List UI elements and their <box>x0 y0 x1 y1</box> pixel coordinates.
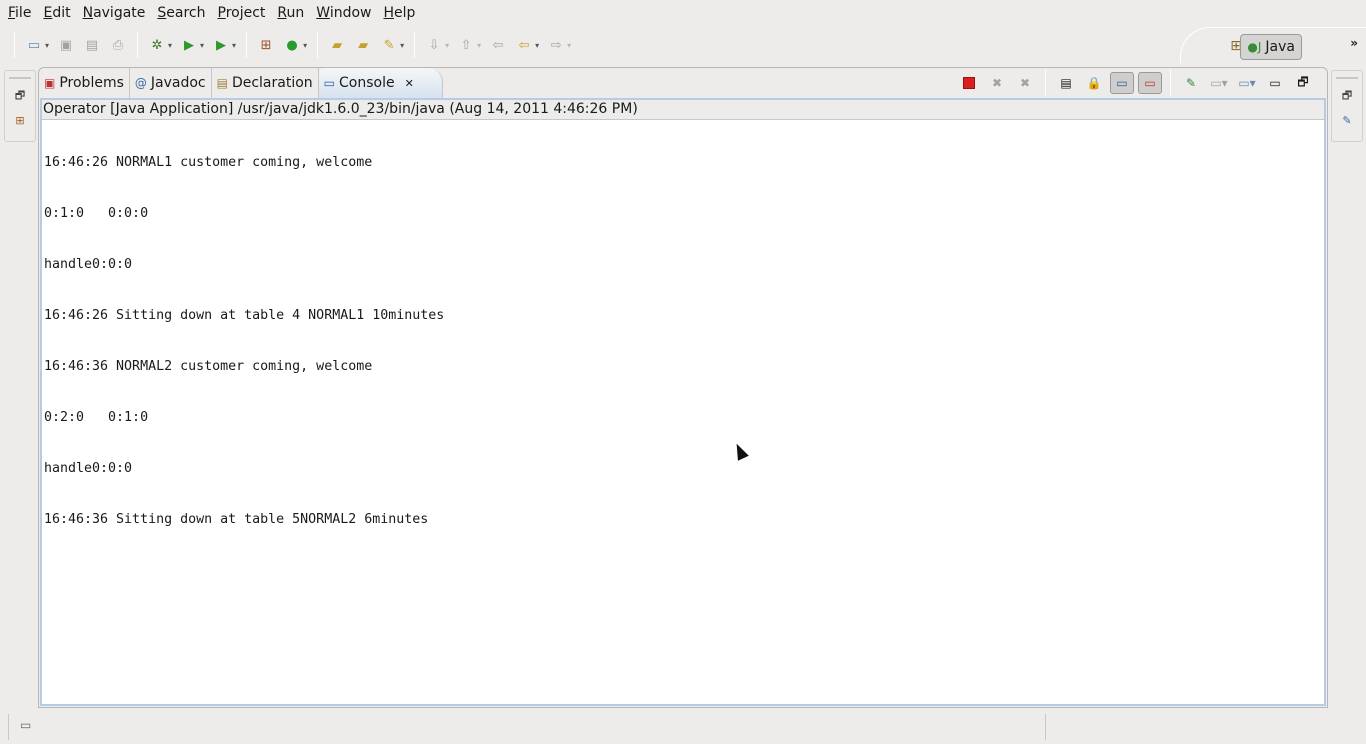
save-all-icon[interactable]: ▤ <box>81 34 103 56</box>
left-trim-stack: 🗗 ⊞ <box>4 70 36 142</box>
perspective-java-button[interactable]: ●J Java <box>1240 34 1302 60</box>
print-icon[interactable]: ⎙ <box>107 34 129 56</box>
console-line: handle0:0:0 <box>44 461 133 476</box>
console-area[interactable]: Operator [Java Application] /usr/java/jd… <box>40 98 1326 706</box>
remove-all-terminated-icon[interactable]: ✖ <box>1013 72 1037 94</box>
tasks-icon[interactable]: ✎ <box>1332 114 1362 127</box>
chevron-down-icon[interactable]: ▾ <box>445 41 449 50</box>
hierarchy-icon[interactable]: ⊞ <box>5 114 35 127</box>
tab-label: Declaration <box>231 75 313 91</box>
console-line: 16:46:36 Sitting down at table 5NORMAL2 … <box>44 512 429 527</box>
javadoc-icon: @ <box>134 76 147 90</box>
chevron-down-icon[interactable]: ▾ <box>567 41 571 50</box>
open-console-icon[interactable]: ▭▾ <box>1235 72 1259 94</box>
main-toolbar: ▭ ▾ ▣ ▤ ⎙ ✲ ▾ ▶ ▾ ▶ ▾ ⊞ ● ▾ ▰ ▰ ✎ ▾ ⇩ ▾ ⇧ ▾ ⇦ ⇦ ▾… <box>0 27 1366 63</box>
chevron-down-icon[interactable]: ▾ <box>477 41 481 50</box>
console-line: 16:46:36 NORMAL2 customer coming, welcom… <box>44 359 373 374</box>
problems-icon: ▣ <box>44 76 56 90</box>
trim-handle <box>1336 77 1358 79</box>
chevron-down-icon[interactable]: ▾ <box>168 41 172 50</box>
status-bar: ▭ <box>0 710 1366 744</box>
open-task-icon[interactable]: ▰ <box>352 34 374 56</box>
chevron-down-icon[interactable]: ▾ <box>200 41 204 50</box>
remove-launch-icon[interactable]: ✖ <box>985 72 1009 94</box>
search-icon[interactable]: ✎ <box>378 34 400 56</box>
chevron-down-icon[interactable]: ▾ <box>535 41 539 50</box>
run-icon[interactable]: ▶ <box>178 34 200 56</box>
previous-annotation-icon[interactable]: ⇧ <box>455 34 477 56</box>
console-output[interactable]: 16:46:26 NORMAL1 customer coming, welcom… <box>42 120 1324 562</box>
console-line: 0:2:0 0:1:0 <box>44 410 149 425</box>
tab-label: Javadoc <box>150 75 206 91</box>
menu-navigate[interactable]: Navigate <box>77 5 152 21</box>
fast-view-icon[interactable]: ▭ <box>20 718 31 732</box>
minimize-icon[interactable]: ▭ <box>1263 72 1287 94</box>
declaration-icon: ▤ <box>216 76 228 90</box>
new-icon[interactable]: ▭ <box>23 34 45 56</box>
maximize-icon[interactable]: 🗗 <box>1291 72 1315 94</box>
separator <box>246 32 248 58</box>
separator <box>1045 70 1046 96</box>
tab-label: Problems <box>59 75 124 91</box>
separator <box>317 32 319 58</box>
separator <box>1170 70 1171 96</box>
new-java-package-icon[interactable]: ⊞ <box>255 34 277 56</box>
chevron-down-icon[interactable]: ▾ <box>232 41 236 50</box>
menu-search[interactable]: Search <box>151 5 211 21</box>
separator <box>414 32 416 58</box>
separator <box>14 32 15 58</box>
process-label: Operator [Java Application] /usr/java/jd… <box>42 100 1324 120</box>
restore-icon[interactable]: 🗗 <box>5 87 35 106</box>
tab-javadoc[interactable]: @ Javadoc <box>130 68 212 98</box>
show-console-on-stdout-icon[interactable]: ▭ <box>1110 72 1134 94</box>
chevron-down-icon[interactable]: ▾ <box>45 41 49 50</box>
tab-label: Console <box>339 75 395 91</box>
perspective-label: Java <box>1265 39 1295 55</box>
chevron-down-icon[interactable]: ▾ <box>303 41 307 50</box>
tab-problems[interactable]: ▣ Problems <box>39 68 130 98</box>
separator <box>137 32 139 58</box>
java-perspective-icon: ●J <box>1247 40 1262 54</box>
show-console-on-stderr-icon[interactable]: ▭ <box>1138 72 1162 94</box>
next-annotation-icon[interactable]: ⇩ <box>423 34 445 56</box>
console-line: handle0:0:0 <box>44 257 133 272</box>
menu-help[interactable]: Help <box>377 5 421 21</box>
console-line: 16:46:26 Sitting down at table 4 NORMAL1… <box>44 308 445 323</box>
terminate-icon[interactable] <box>957 72 981 94</box>
console-line: 0:1:0 0:0:0 <box>44 206 149 221</box>
restore-icon[interactable]: 🗗 <box>1332 87 1362 106</box>
new-java-class-icon[interactable]: ● <box>281 34 303 56</box>
console-line: 16:46:26 NORMAL1 customer coming, welcom… <box>44 155 373 170</box>
trim-handle <box>9 77 31 79</box>
menu-run[interactable]: Run <box>271 5 310 21</box>
console-view-stack: ▣ Problems @ Javadoc ▤ Declaration ▭ Console… <box>38 67 1328 708</box>
tab-declaration[interactable]: ▤ Declaration <box>212 68 319 98</box>
external-tools-icon[interactable]: ▶ <box>210 34 232 56</box>
scroll-lock-icon[interactable]: 🔒 <box>1082 72 1106 94</box>
separator <box>8 714 10 740</box>
menubar: File Edit Navigate Search Project Run Wi… <box>0 0 1366 25</box>
right-trim-stack: 🗗 ✎ <box>1331 70 1363 142</box>
clear-console-icon[interactable]: ▤ <box>1054 72 1078 94</box>
close-icon[interactable]: ✕ <box>405 77 414 90</box>
pin-console-icon[interactable]: ✎ <box>1179 72 1203 94</box>
debug-icon[interactable]: ✲ <box>146 34 168 56</box>
menu-edit[interactable]: Edit <box>37 5 76 21</box>
console-toolbar: ✖ ✖ ▤ 🔒 ▭ ▭ ✎ ▭▾ ▭▾ ▭ 🗗 <box>955 70 1317 96</box>
tab-console[interactable]: ▭ Console ✕ <box>318 68 443 98</box>
more-perspectives-icon[interactable]: » <box>1350 36 1358 50</box>
open-type-icon[interactable]: ▰ <box>326 34 348 56</box>
display-selected-console-icon[interactable]: ▭▾ <box>1207 72 1231 94</box>
forward-icon[interactable]: ⇨ <box>545 34 567 56</box>
save-icon[interactable]: ▣ <box>55 34 77 56</box>
menu-window[interactable]: Window <box>310 5 377 21</box>
view-tabs: ▣ Problems @ Javadoc ▤ Declaration ▭ Console… <box>39 68 443 98</box>
menu-file[interactable]: File <box>2 5 37 21</box>
separator <box>1045 714 1047 740</box>
console-icon: ▭ <box>323 76 336 90</box>
last-edit-location-icon[interactable]: ⇦ <box>487 34 509 56</box>
chevron-down-icon[interactable]: ▾ <box>400 41 404 50</box>
back-icon[interactable]: ⇦ <box>513 34 535 56</box>
menu-project[interactable]: Project <box>212 5 272 21</box>
